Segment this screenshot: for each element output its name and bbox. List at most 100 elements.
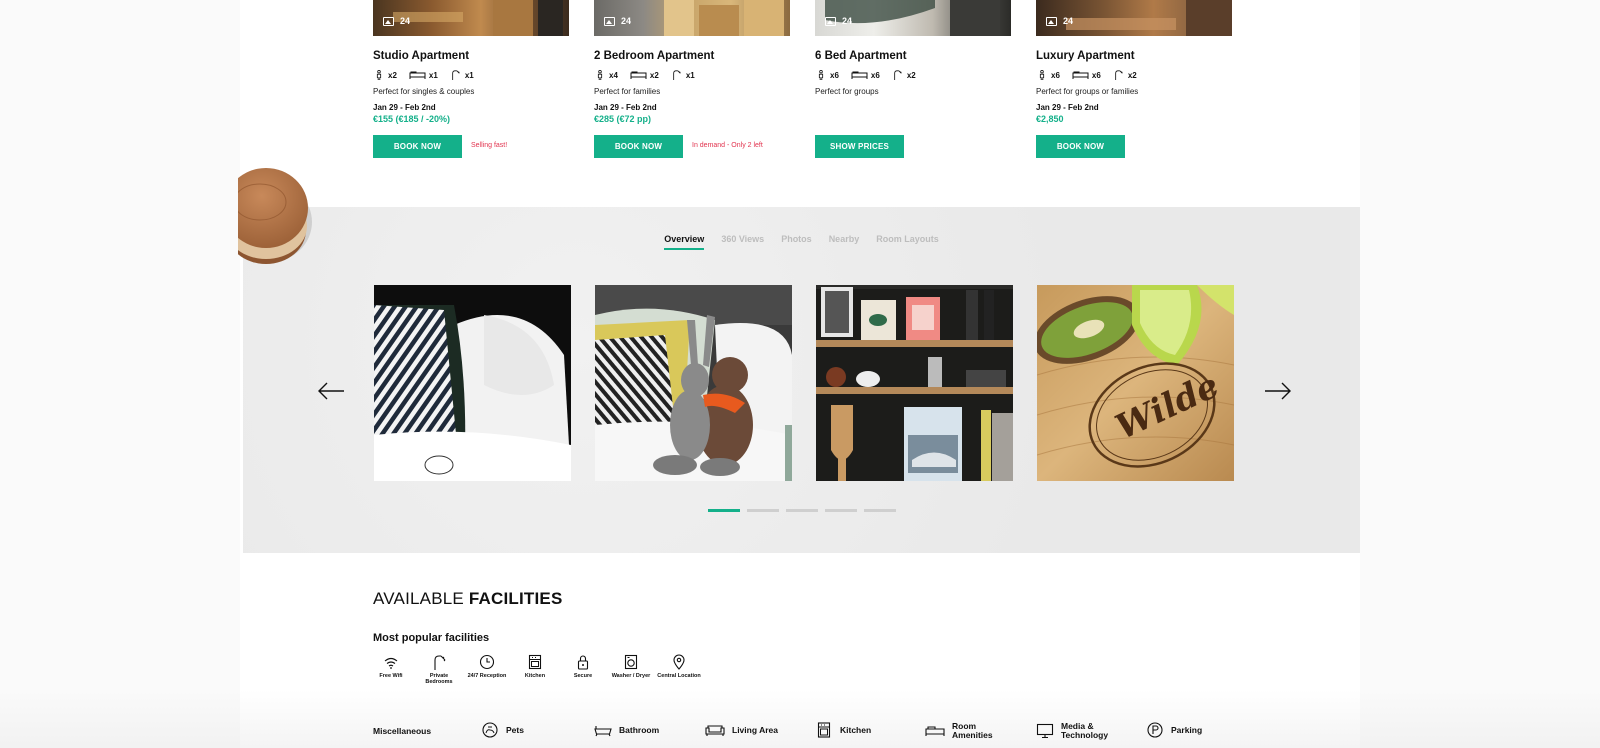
guests-value: x6	[830, 70, 839, 80]
beds-value: x1	[428, 70, 438, 80]
person-icon	[818, 70, 824, 80]
image-icon	[383, 16, 394, 26]
carousel-dot[interactable]	[785, 509, 818, 512]
facility-label: Central Location	[657, 673, 701, 679]
washer-icon	[624, 654, 638, 670]
category-living-area[interactable]: Living Area	[705, 722, 778, 738]
facility-label: 24/7 Reception	[467, 673, 507, 679]
show-prices-button[interactable]: SHOW PRICES	[815, 135, 904, 158]
photo-count-value: 24	[1063, 16, 1074, 26]
shower-icon	[1115, 70, 1123, 80]
book-now-button[interactable]: BOOK NOW	[594, 135, 683, 158]
sofa-icon	[705, 725, 725, 736]
apartment-thumbnail[interactable]: 24	[594, 0, 790, 36]
guests-value: x4	[609, 70, 618, 80]
facility-item: Kitchen	[511, 654, 559, 686]
facility-item: 24/7 Reception	[463, 654, 511, 686]
photo-count: 24	[604, 16, 631, 26]
apartment-name[interactable]: 2 Bedroom Apartment	[594, 50, 714, 62]
gallery-section: Overview 360 Views Photos Nearby Room La…	[243, 207, 1360, 553]
showers-count: x2	[892, 70, 916, 80]
next-arrow-icon[interactable]	[1263, 380, 1293, 402]
tab-room-layouts[interactable]: Room Layouts	[876, 234, 939, 250]
apartment-price: €285 (€72 pp)	[594, 114, 652, 124]
facility-label: Secure	[573, 673, 593, 679]
apartment-name[interactable]: Studio Apartment	[373, 50, 469, 62]
facility-categories: Miscellaneous Pets Bathroom Living Area …	[373, 722, 1600, 742]
gallery-photo-pillows[interactable]	[374, 285, 571, 481]
carousel-dot[interactable]	[707, 509, 740, 512]
gallery-photo-teddy-bears[interactable]	[595, 285, 792, 481]
apartment-description: Perfect for groups	[815, 87, 879, 96]
guests-count: x6	[815, 70, 839, 80]
booking-dates: Jan 29 - Feb 2nd	[1036, 103, 1099, 112]
person-icon	[1039, 70, 1045, 80]
clock-icon	[479, 654, 495, 670]
carousel-pagination	[243, 509, 1360, 512]
carousel-dot[interactable]	[863, 509, 896, 512]
beds-count: x1	[409, 70, 438, 80]
category-label: Living Area	[732, 724, 778, 735]
category-parking[interactable]: Parking	[1146, 722, 1202, 738]
beds-count: x2	[630, 70, 659, 80]
monitor-icon	[1036, 723, 1054, 738]
availability-note: Selling fast!	[471, 142, 508, 149]
image-icon	[1046, 16, 1057, 26]
facility-label: Private Bedrooms	[425, 673, 453, 686]
book-now-button[interactable]: BOOK NOW	[373, 135, 462, 158]
tab-360-views[interactable]: 360 Views	[721, 234, 764, 250]
bed-icon	[925, 726, 945, 736]
parking-icon	[1147, 722, 1163, 738]
miscellaneous-label: Miscellaneous	[373, 726, 432, 736]
book-now-button[interactable]: BOOK NOW	[1036, 135, 1125, 158]
shower-icon	[452, 70, 460, 80]
showers-count: x2	[1113, 70, 1137, 80]
category-bathroom[interactable]: Bathroom	[594, 722, 659, 738]
photo-count-value: 24	[842, 16, 853, 26]
apartment-name[interactable]: 6 Bed Apartment	[815, 50, 907, 62]
beds-value: x2	[649, 70, 659, 80]
facilities-title-light: AVAILABLE	[373, 589, 464, 608]
apartment-thumbnail[interactable]: 24	[815, 0, 1011, 36]
category-kitchen[interactable]: Kitchen	[815, 722, 871, 738]
apartment-thumbnail[interactable]: 24	[373, 0, 569, 36]
showers-value: x1	[685, 70, 695, 80]
guests-value: x2	[388, 70, 397, 80]
booking-dates: Jan 29 - Feb 2nd	[594, 103, 657, 112]
apartment-card: 24 2 Bedroom Apartment x4 x2 x1 Perfect …	[594, 0, 790, 158]
category-label: Kitchen	[840, 724, 872, 735]
shower-icon	[894, 70, 902, 80]
category-media-technology[interactable]: Media & Technology	[1036, 722, 1113, 740]
tab-photos[interactable]: Photos	[781, 234, 812, 250]
gallery-photo-fruit-board[interactable]: Wilde	[1037, 285, 1234, 481]
apartment-amenities: x2 x1 x1	[373, 70, 474, 80]
carousel-dot[interactable]	[824, 509, 857, 512]
macaron-image	[238, 168, 312, 264]
booking-dates: Jan 29 - Feb 2nd	[373, 103, 436, 112]
page-margin-right	[1360, 0, 1600, 748]
popular-facilities-list: Free Wifi Private Bedrooms 24/7 Receptio…	[367, 654, 703, 686]
apartment-thumbnail[interactable]: 24	[1036, 0, 1232, 36]
tab-overview[interactable]: Overview	[664, 234, 705, 250]
gallery-photo-shelves[interactable]	[816, 285, 1013, 481]
facility-label: Free Wifi	[379, 673, 403, 679]
tab-nearby[interactable]: Nearby	[829, 234, 860, 250]
category-pets[interactable]: Pets	[481, 722, 524, 738]
guests-count: x4	[594, 70, 618, 80]
showers-count: x1	[450, 70, 474, 80]
bathtub-icon	[594, 726, 612, 737]
guests-count: x6	[1036, 70, 1060, 80]
showers-value: x2	[1127, 70, 1137, 80]
facilities-title: AVAILABLE FACILITIES	[373, 589, 563, 609]
facility-label: Washer / Dryer	[611, 673, 651, 679]
carousel-dot[interactable]	[746, 509, 779, 512]
shower-icon	[434, 655, 446, 670]
previous-arrow-icon[interactable]	[316, 380, 346, 402]
apartment-name[interactable]: Luxury Apartment	[1036, 50, 1135, 62]
facility-item: Central Location	[655, 654, 703, 686]
shower-icon	[673, 70, 681, 80]
apartment-description: Perfect for singles & couples	[373, 87, 475, 96]
guests-value: x6	[1051, 70, 1060, 80]
category-room-amenities[interactable]: Room Amenities	[925, 722, 997, 740]
gallery-slides: Wilde	[374, 285, 1234, 481]
